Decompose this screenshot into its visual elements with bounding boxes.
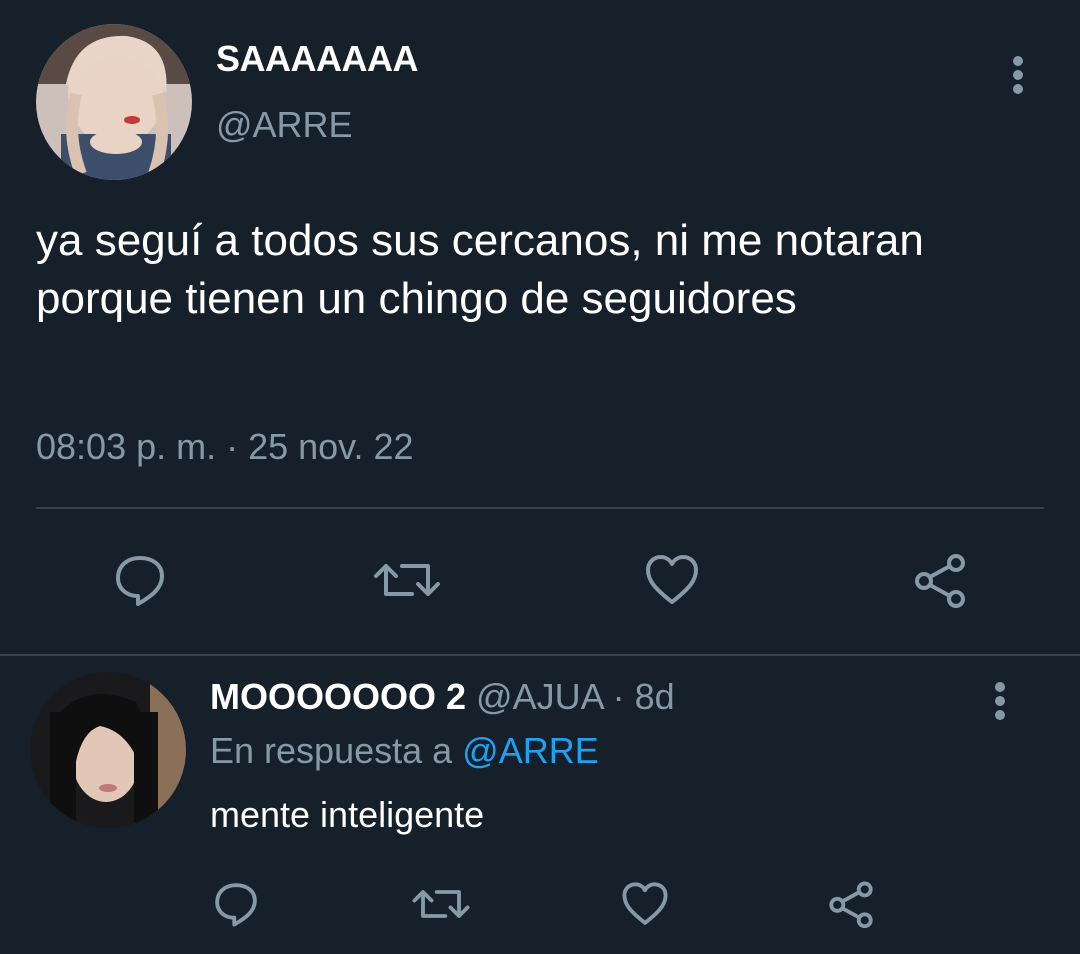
reply-author-avatar[interactable] [30,672,186,828]
author-avatar[interactable] [36,24,192,180]
reply-more-options-icon[interactable] [982,678,1018,724]
tweet-timestamp[interactable]: 08:03 p. m. · 25 nov. 22 [36,426,414,468]
reply-header: MOOOOOOO 2 @AJUA · 8d [210,676,675,718]
author-name[interactable]: SAAAAAAA [216,38,419,80]
reply-time[interactable]: · 8d [613,676,675,717]
reply-text: mente inteligente [210,794,485,835]
replying-to-prefix: En respuesta a [210,730,453,771]
reply-retweet-icon[interactable] [410,880,472,928]
section-divider [0,654,1080,656]
replying-to-line: En respuesta a @ARRE [210,730,599,772]
author-handle[interactable]: @ARRE [216,104,353,146]
reply-author-name[interactable]: MOOOOOOO 2 [210,676,466,717]
more-options-icon[interactable] [1000,52,1036,98]
reply-like-icon[interactable] [616,878,674,930]
user-avatar-photo-icon [36,24,192,180]
share-icon[interactable] [908,550,972,610]
reply-author-handle[interactable]: @AJUA [476,676,603,717]
reply-share-icon[interactable] [822,878,880,930]
divider [36,507,1044,509]
retweet-icon[interactable] [372,552,442,608]
replying-to-handle[interactable]: @ARRE [462,730,599,771]
tweet-text: ya seguí a todos sus cercanos, ni me not… [36,216,924,323]
like-icon[interactable] [640,550,704,610]
reply-reply-icon[interactable] [208,878,264,930]
reply-icon[interactable] [108,550,172,610]
user-avatar-photo-icon [30,672,186,828]
